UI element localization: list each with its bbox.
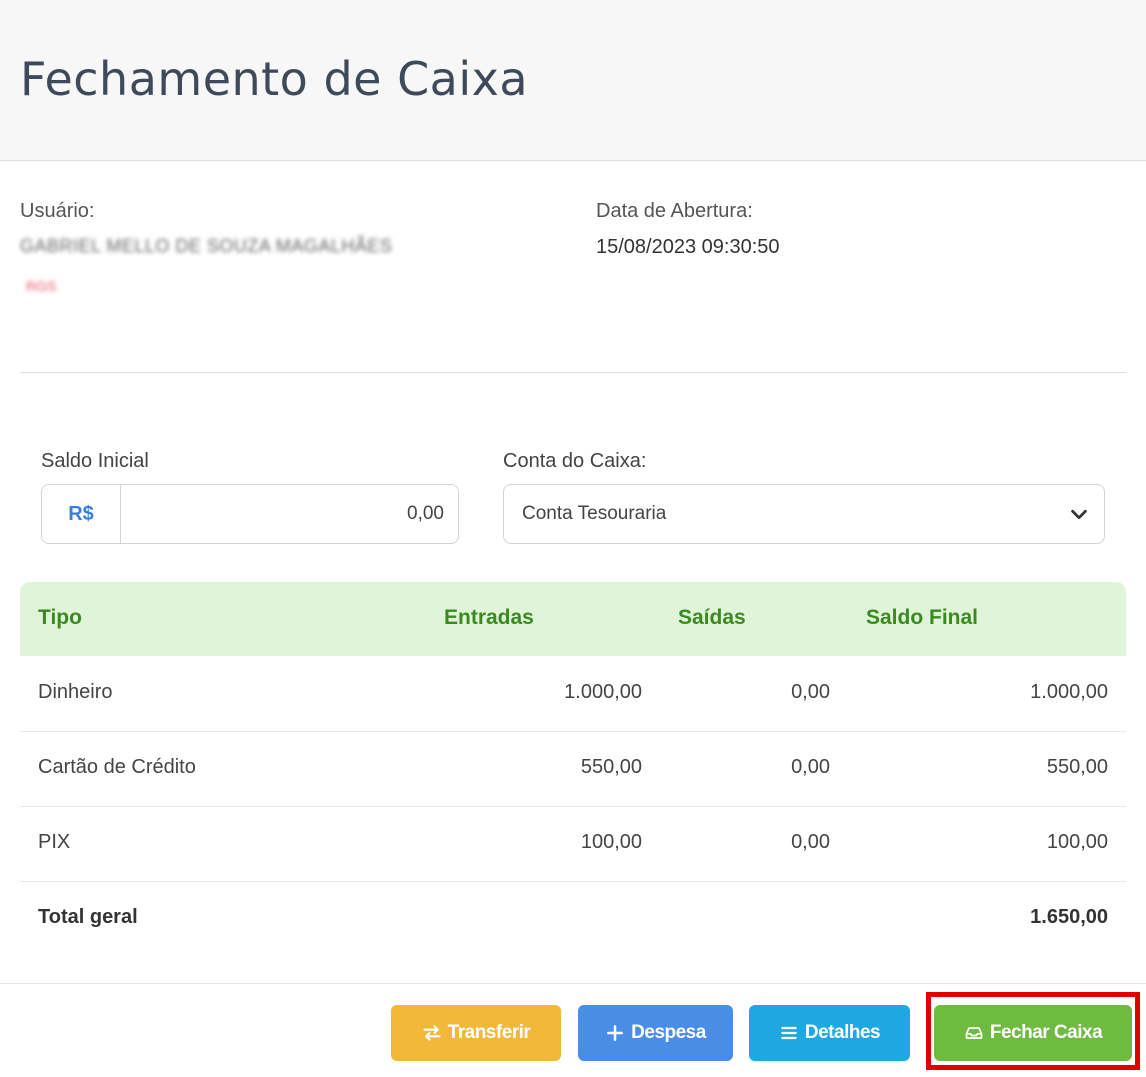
cell-saldo: 550,00 <box>1046 756 1108 778</box>
table-row: PIX 100,00 0,00 100,00 <box>20 807 1126 882</box>
divider <box>20 372 1126 373</box>
cell-entradas: 550,00 <box>580 756 642 778</box>
th-entradas: Entradas <box>444 606 534 629</box>
saldo-inicial-label: Saldo Inicial <box>41 450 149 472</box>
currency-addon: R$ <box>42 485 121 543</box>
modal-header: Fechamento de Caixa <box>0 0 1146 161</box>
conta-caixa-label: Conta do Caixa: <box>503 450 647 472</box>
cell-saldo: 100,00 <box>1046 831 1108 853</box>
cell-tipo: PIX <box>38 831 71 853</box>
cell-saidas: 0,00 <box>791 756 830 778</box>
cell-tipo: Cartão de Crédito <box>38 756 196 778</box>
transferir-button[interactable]: Transferir <box>391 1005 561 1061</box>
table-row: Dinheiro 1.000,00 0,00 1.000,00 <box>20 657 1126 732</box>
highlight-box <box>926 992 1140 1070</box>
detalhes-button[interactable]: Detalhes <box>749 1005 910 1061</box>
exchange-icon <box>423 1025 441 1041</box>
chevron-down-icon <box>1071 509 1087 520</box>
conta-caixa-value: Conta Tesouraria <box>522 503 667 524</box>
saldo-inicial-value[interactable]: 0,00 <box>121 485 458 543</box>
page-title: Fechamento de Caixa <box>20 52 529 106</box>
cell-saidas: 0,00 <box>791 831 830 853</box>
saldo-inicial-input[interactable]: R$ 0,00 <box>41 484 459 544</box>
th-saidas: Saídas <box>678 606 746 629</box>
transferir-label: Transferir <box>447 1022 531 1043</box>
open-date-label: Data de Abertura: <box>596 200 753 222</box>
detalhes-label: Detalhes <box>804 1022 881 1043</box>
total-value: 1.650,00 <box>1030 906 1108 928</box>
open-date-value: 15/08/2023 09:30:50 <box>596 236 780 258</box>
plus-icon <box>607 1025 624 1041</box>
cell-tipo: Dinheiro <box>38 681 113 703</box>
cell-saldo: 1.000,00 <box>1030 681 1108 703</box>
total-row: Total geral 1.650,00 <box>20 882 1126 956</box>
list-icon <box>781 1026 797 1040</box>
user-role: RGS <box>26 278 57 294</box>
cell-saidas: 0,00 <box>791 681 830 703</box>
despesa-button[interactable]: Despesa <box>578 1005 733 1061</box>
user-label: Usuário: <box>20 200 95 222</box>
despesa-label: Despesa <box>631 1022 706 1043</box>
table-header: Tipo Entradas Saídas Saldo Final <box>20 582 1126 656</box>
conta-caixa-select[interactable]: Conta Tesouraria <box>503 484 1105 544</box>
table-row: Cartão de Crédito 550,00 0,00 550,00 <box>20 732 1126 807</box>
th-saldo-final: Saldo Final <box>866 606 979 629</box>
cell-entradas: 1.000,00 <box>564 681 642 703</box>
cell-entradas: 100,00 <box>580 831 642 853</box>
total-label: Total geral <box>38 906 138 928</box>
th-tipo: Tipo <box>38 606 82 629</box>
user-name: GABRIEL MELLO DE SOUZA MAGALHÃES <box>20 236 393 256</box>
